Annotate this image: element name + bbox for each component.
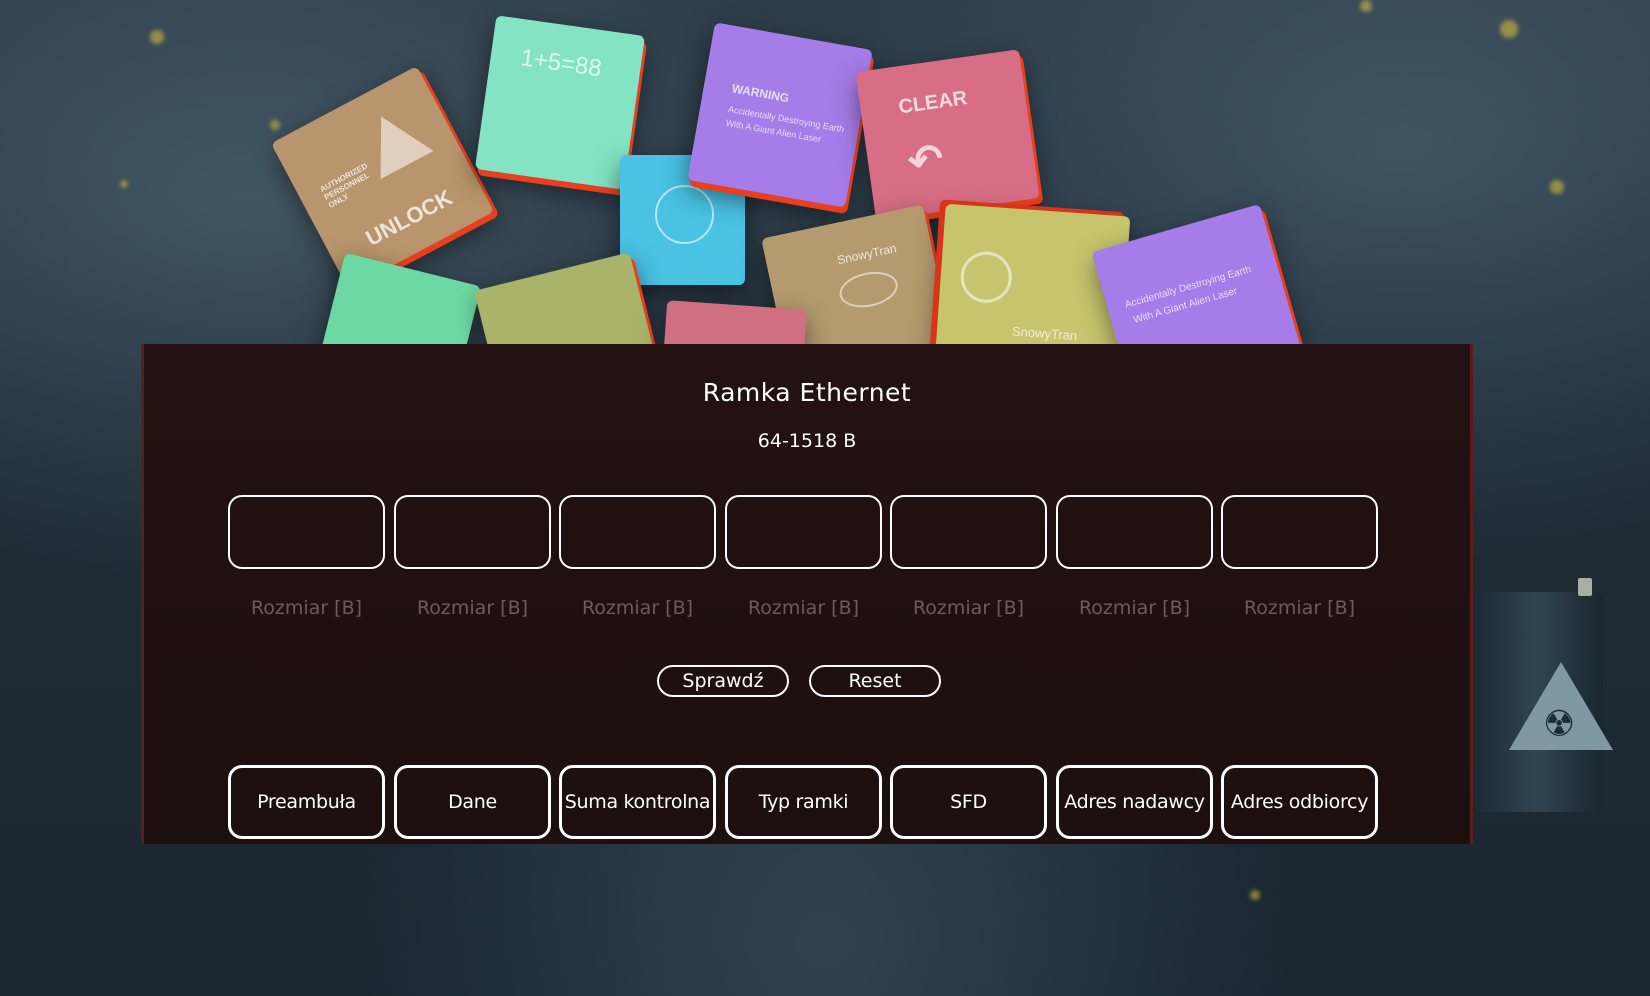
reset-button[interactable]: Reset [809, 665, 941, 697]
sticky-note-unlock: AUTHORIZED PERSONNEL ONLY UNLOCK [270, 65, 495, 290]
background-speck [150, 30, 164, 44]
drop-slot-7[interactable] [1221, 495, 1378, 569]
background-speck [1360, 0, 1372, 12]
frame-size-subtitle: 64-1518 B [757, 430, 857, 452]
background-speck [1500, 20, 1518, 38]
size-label-1: Rozmiar [B] [250, 597, 363, 619]
background-speck [270, 120, 280, 130]
size-label-4: Rozmiar [B] [747, 597, 860, 619]
drop-slot-5[interactable] [890, 495, 1047, 569]
flower-icon [655, 185, 714, 244]
drop-slot-6[interactable] [1056, 495, 1213, 569]
ethernet-frame-panel: Ramka Ethernet 64-1518 B Rozmiar [B] Roz… [141, 344, 1473, 844]
tile-sfd[interactable]: SFD [890, 765, 1047, 839]
radiation-barrel: ☢ [1473, 592, 1613, 812]
size-label-2: Rozmiar [B] [416, 597, 529, 619]
barrel-cap [1578, 578, 1592, 596]
tile-source-address[interactable]: Adres nadawcy [1056, 765, 1213, 839]
sticky-note-warning: WARNING Accidentally Destroying Earth Wi… [687, 22, 873, 208]
atom-icon [836, 266, 902, 313]
drop-slot-3[interactable] [559, 495, 716, 569]
tile-preamble[interactable]: Preambuła [228, 765, 385, 839]
size-label-3: Rozmiar [B] [581, 597, 694, 619]
background-speck [1550, 180, 1564, 194]
note-text: CLEAR [897, 87, 969, 119]
check-button[interactable]: Sprawdź [657, 665, 789, 697]
page-title: Ramka Ethernet [702, 378, 912, 407]
note-text: SnowyTran [835, 241, 898, 268]
note-text: SnowyTran [1011, 323, 1078, 344]
tile-destination-address[interactable]: Adres odbiorcy [1221, 765, 1378, 839]
tile-checksum[interactable]: Suma kontrolna [559, 765, 716, 839]
note-text: WARNING [730, 81, 791, 106]
size-label-5: Rozmiar [B] [912, 597, 1025, 619]
size-label-7: Rozmiar [B] [1243, 597, 1356, 619]
tile-frame-type[interactable]: Typ ramki [725, 765, 882, 839]
drop-slot-2[interactable] [394, 495, 551, 569]
drop-slot-1[interactable] [228, 495, 385, 569]
tile-data[interactable]: Dane [394, 765, 551, 839]
background-speck [120, 180, 128, 188]
size-label-6: Rozmiar [B] [1078, 597, 1191, 619]
note-text: UNLOCK [361, 184, 457, 251]
swirl-icon [959, 250, 1014, 305]
undo-arrow-icon: ↶ [905, 134, 947, 186]
drop-slot-4[interactable] [725, 495, 882, 569]
background-speck [1250, 890, 1260, 900]
sticky-note-clear: CLEAR ↶ [855, 49, 1040, 221]
radiation-symbol: ☢ [1543, 704, 1576, 745]
note-text: 1+5=88 [518, 44, 604, 83]
